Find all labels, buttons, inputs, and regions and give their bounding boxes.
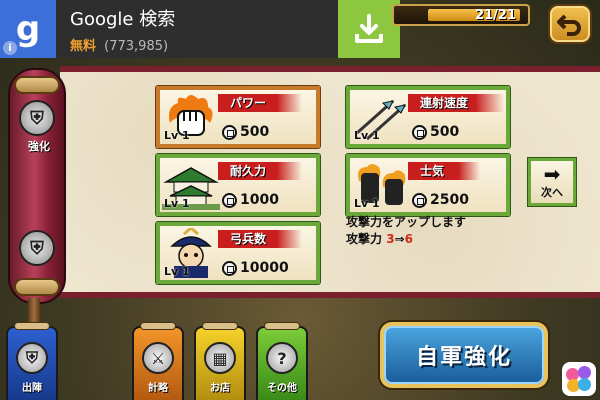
upgrade-cost: 500 [222,124,269,140]
menu-sortie-button[interactable]: ⛨ 出陣 [6,322,58,400]
question-icon: ? [266,342,298,374]
helmet-icon: ⛨ [16,342,48,374]
description-line-2: 攻撃力 3⇒6 [346,231,466,248]
menu-other-button[interactable]: ? その他 [256,322,308,400]
sidebar-item-label: 強化 [28,140,50,153]
menu-cap [264,322,300,330]
stat-to: 6 [404,232,413,246]
coin-icon [222,260,237,276]
upgrade-cost-value: 1000 [240,192,279,208]
helmet-icon: ⛨ [30,107,44,129]
stat-arrow: ⇒ [394,232,405,246]
ad-rating-count: (773,985) [104,38,169,54]
sidebar-item-2[interactable]: ⛨ [19,230,55,266]
upgrade-name: 連射速度 [408,94,505,112]
upgrade-description: 攻撃力をアップします 攻撃力 3⇒6 [346,214,466,248]
stamina-bar: 21/21 [392,4,530,26]
menu-cap [140,322,176,330]
upgrade-cost: 2500 [412,192,469,208]
shop-icon: ▦ [204,342,236,374]
back-button[interactable] [548,4,592,44]
upgrade-cost: 1000 [222,192,279,208]
upgrade-name: 士気 [408,162,481,180]
scroll-cap-bottom [14,278,60,296]
crossed-swords-icon: ⚔ [142,342,174,374]
description-line-1: 攻撃力をアップします [346,215,467,229]
scroll-cap-top [14,76,60,94]
sidebar-scroll: ⛨ 強化 ⛨ [8,68,66,304]
stamina-text: 21/21 [475,7,516,23]
ad-banner[interactable]: g i Google 検索 無料 (773,985) [0,0,400,58]
upgrade-card-fire-rate[interactable]: 連射速度 Lv 1 500 [346,86,510,148]
coin-icon [222,192,237,208]
upgrade-name: パワー [218,94,303,112]
upgrade-card-power[interactable]: パワー Lv 1 500 [156,86,320,148]
menu-strategy-button[interactable]: ⚔ 計略 [132,322,184,400]
upgrade-cost-value: 2500 [430,192,469,208]
next-button-label: 次へ [541,186,563,199]
menu-label: 出陣 [22,383,42,394]
upgrade-name: 弓兵数 [218,230,303,248]
ad-price: 無料 [70,38,97,54]
upgrade-name: 耐久力 [218,162,303,180]
info-icon[interactable]: i [3,41,17,55]
game-center-icon[interactable] [562,362,596,396]
download-icon [355,14,383,43]
upgrade-card-morale[interactable]: 士気 Lv 1 2500 [346,154,510,216]
upgrade-panel [60,66,600,298]
download-button[interactable] [338,0,400,58]
next-button[interactable]: ➡ 次へ [528,158,576,206]
upgrade-level: Lv 1 [354,129,380,142]
army-upgrade-label: 自軍強化 [415,345,512,370]
google-logo-letter: g [15,9,41,49]
info-icon-letter: i [8,42,12,54]
menu-shop-button[interactable]: ▦ お店 [194,322,246,400]
upgrade-level: Lv 1 [164,129,190,142]
upgrade-level: Lv 1 [164,265,190,278]
coin-icon [222,124,237,140]
back-arrow-icon [557,14,581,36]
google-logo-icon: g i [0,0,56,58]
ad-subtitle: 無料 (773,985) [70,35,338,54]
stat-from: 3 [386,232,395,246]
menu-cap [202,322,238,330]
right-arrow-icon: ➡ [543,162,561,186]
helmet-icon: ⛨ [30,237,44,259]
coin-icon [412,192,427,208]
upgrade-cost-value: 10000 [240,260,289,276]
sidebar-item-upgrade[interactable]: ⛨ [19,100,55,136]
ad-text: Google 検索 無料 (773,985) [56,5,338,54]
upgrade-card-durability[interactable]: 耐久力 Lv 1 1000 [156,154,320,216]
upgrade-cost: 10000 [222,260,289,276]
upgrade-level: Lv 1 [354,197,380,210]
upgrade-card-archers[interactable]: 弓兵数 Lv 1 10000 [156,222,320,284]
menu-label: 計略 [148,383,168,394]
upgrade-cost: 500 [412,124,459,140]
upgrade-cost-value: 500 [240,124,270,140]
menu-label: その他 [267,383,297,394]
game-center-bubble [578,378,591,391]
menu-label: お店 [210,383,230,394]
upgrade-cost-value: 500 [430,124,460,140]
coin-icon [412,124,427,140]
stat-label: 攻撃力 [346,232,387,246]
army-upgrade-button[interactable]: 自軍強化 [380,322,548,388]
menu-cap [14,322,50,330]
upgrade-level: Lv 1 [164,197,190,210]
ad-title: Google 検索 [70,8,176,30]
